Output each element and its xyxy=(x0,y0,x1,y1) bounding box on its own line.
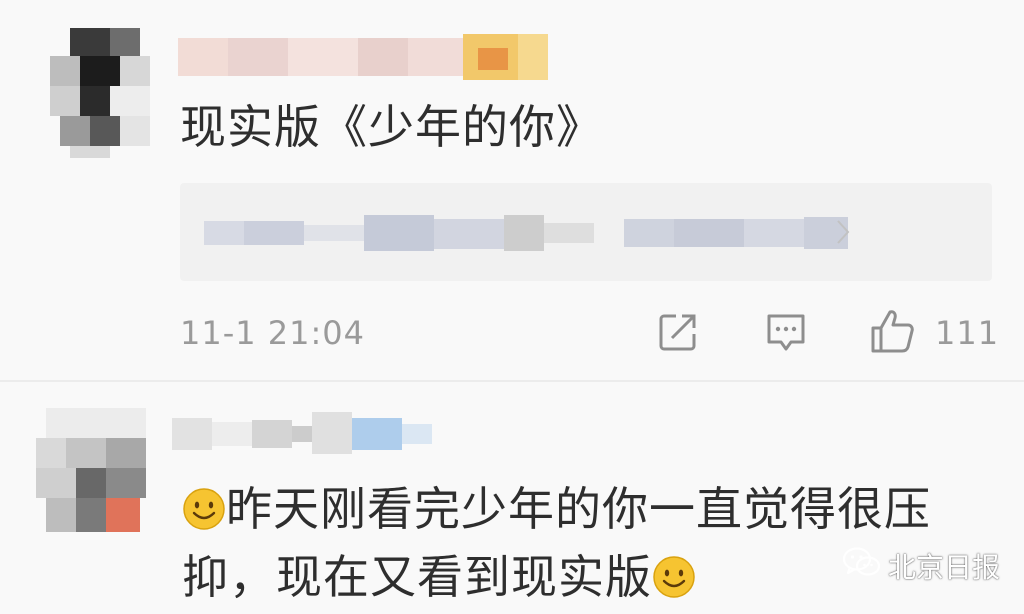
comment-meta-row: 11-1 21:04 111 xyxy=(0,306,1024,360)
quoted-reply-blurred-text xyxy=(204,215,854,251)
comment-item: 现实版《少年的你》 11-1 21:04 111 xyxy=(0,0,1024,380)
watermark-text: 北京日报 xyxy=(888,551,1001,584)
avatar-blurred[interactable] xyxy=(40,28,160,158)
avatar-blurred[interactable] xyxy=(36,408,156,538)
comment-text: 现实版《少年的你》 xyxy=(180,100,603,154)
wechat-icon xyxy=(842,546,882,587)
username-blurred[interactable] xyxy=(178,34,548,80)
smile-emoji xyxy=(652,552,696,614)
share-button[interactable] xyxy=(656,310,700,364)
like-button[interactable] xyxy=(868,306,916,360)
comment-text-part: 昨天刚看完少年的你一直觉得很压 xyxy=(226,482,931,536)
reply-button[interactable] xyxy=(764,310,808,364)
thumbs-up-icon xyxy=(868,306,916,356)
share-icon xyxy=(656,310,700,354)
comment-text-part: 抑，现在又看到现实版 xyxy=(182,550,652,604)
smile-emoji xyxy=(182,484,226,546)
like-count: 111 xyxy=(935,314,1000,352)
source-watermark: 北京日报 xyxy=(842,544,1000,588)
chevron-right-icon xyxy=(836,219,850,249)
username-blurred[interactable] xyxy=(172,412,432,454)
comment-icon xyxy=(764,310,808,356)
comment-text-line: 昨天刚看完少年的你一直觉得很压 xyxy=(182,478,982,546)
quoted-reply-box[interactable] xyxy=(180,183,992,281)
timestamp: 11-1 21:04 xyxy=(180,314,366,352)
